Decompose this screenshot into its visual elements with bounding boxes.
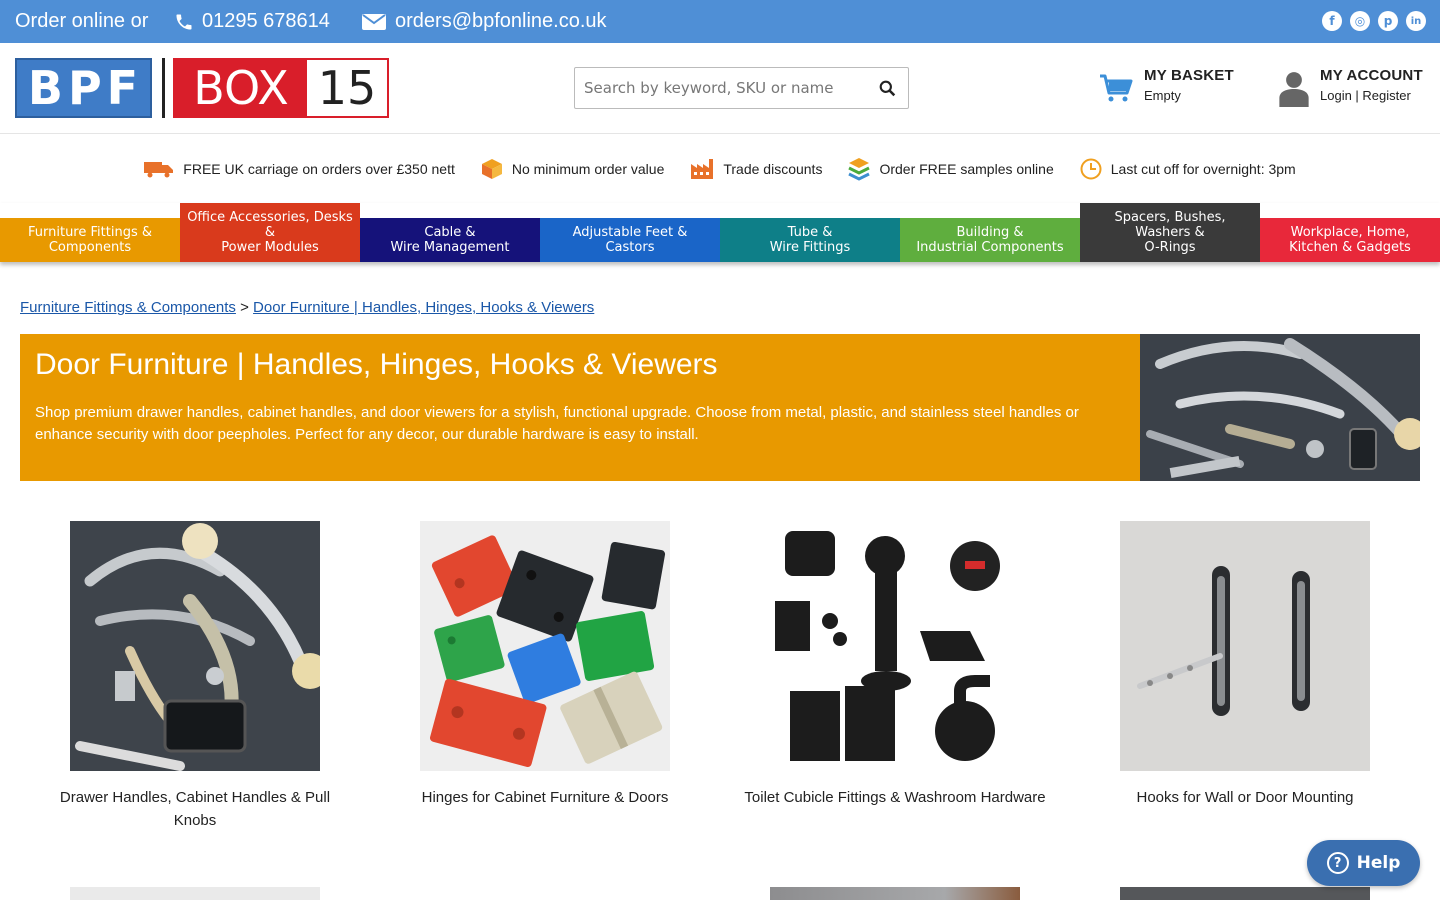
category-description: Shop premium drawer handles, cabinet han… (35, 404, 1079, 443)
product-card[interactable]: Hinges for Cabinet Furniture & Doors (390, 521, 700, 809)
cart-icon (1100, 74, 1133, 102)
product-image-peek (70, 887, 320, 900)
breadcrumb-parent-link[interactable]: Furniture Fittings & Components (20, 299, 236, 316)
product-card[interactable]: Toilet Cubicle Fittings & Washroom Hardw… (740, 521, 1050, 809)
usp-bar: FREE UK carriage on orders over £350 net… (0, 134, 1440, 203)
product-name[interactable]: Hinges for Cabinet Furniture & Doors (390, 786, 700, 809)
nav-item-label: Office Accessories, Desks & Power Module… (180, 203, 360, 262)
product-name[interactable]: Drawer Handles, Cabinet Handles & Pull K… (40, 786, 350, 832)
package-icon (481, 158, 503, 180)
product-card[interactable]: Hooks for Wall or Door Mounting (1090, 521, 1400, 809)
clock-icon (1080, 158, 1102, 180)
category-nav: Furniture Fittings & Components Office Ac… (0, 203, 1440, 262)
nav-item-7[interactable]: Spacers, Bushes, Washers & O-Rings (1080, 203, 1260, 262)
basket-title: MY BASKET (1144, 67, 1234, 84)
product-image-drawer-handles[interactable] (70, 521, 320, 771)
product-image-toilet-cubicle[interactable] (770, 521, 1020, 771)
linkedin-icon[interactable]: in (1406, 11, 1426, 31)
nav-item-label: Building & Industrial Components (900, 218, 1080, 262)
nav-item-2[interactable]: Office Accessories, Desks & Power Module… (180, 203, 360, 262)
phone-number: 01295 678614 (202, 10, 330, 32)
account-title: MY ACCOUNT (1320, 67, 1423, 84)
envelope-icon (362, 13, 386, 30)
email-link[interactable]: orders@bpfonline.co.uk (361, 10, 607, 33)
breadcrumb: Furniture Fittings & Components > Door F… (20, 299, 594, 316)
usp-free-carriage: FREE UK carriage on orders over £350 net… (144, 160, 455, 178)
nav-item-4[interactable]: Adjustable Feet & Castors (540, 203, 720, 262)
usp-cutoff: Last cut off for overnight: 3pm (1080, 158, 1296, 180)
basket-status: Empty (1144, 88, 1181, 103)
product-image-hooks[interactable] (1120, 521, 1370, 771)
email-address: orders@bpfonline.co.uk (395, 10, 607, 32)
product-name[interactable]: Toilet Cubicle Fittings & Washroom Hardw… (740, 786, 1050, 809)
nav-item-label: Furniture Fittings & Components (0, 218, 180, 262)
nav-item-3[interactable]: Cable & Wire Management (360, 203, 540, 262)
login-register-link[interactable]: Login | Register (1320, 88, 1423, 103)
social-links: f ◎ p in (1322, 11, 1426, 31)
nav-item-8[interactable]: Workplace, Home, Kitchen & Gadgets (1260, 203, 1440, 262)
usp-trade-discounts: Trade discounts (690, 158, 822, 180)
product-image-hinges[interactable] (420, 521, 670, 771)
nav-item-6[interactable]: Building & Industrial Components (900, 203, 1080, 262)
account-link[interactable]: MY ACCOUNT Login | Register (1279, 67, 1423, 107)
question-icon: ? (1326, 852, 1349, 874)
nav-item-label: Cable & Wire Management (360, 218, 540, 262)
phone-link[interactable]: 01295 678614 (174, 10, 330, 33)
page-title: Door Furniture | Handles, Hinges, Hooks … (35, 348, 718, 381)
facebook-icon[interactable]: f (1322, 11, 1342, 31)
order-online-text: Order online or (15, 10, 149, 32)
search-input[interactable] (575, 68, 866, 108)
site-header: B P F BOX 15 MY BASKET Empty MY ACCOUNT … (0, 43, 1440, 134)
bpf-logo[interactable]: B P F (15, 58, 152, 118)
usp-no-minimum: No minimum order value (481, 158, 664, 180)
nav-item-label: Workplace, Home, Kitchen & Gadgets (1260, 218, 1440, 262)
search-icon (879, 80, 895, 96)
layers-icon (848, 157, 871, 181)
user-icon (1279, 72, 1309, 107)
top-contact-bar: Order online or 01295 678614 orders@bpfo… (0, 0, 1440, 43)
product-image-peek (1120, 887, 1370, 900)
basket-link[interactable]: MY BASKET Empty (1099, 67, 1234, 105)
product-image-peek (770, 887, 1020, 900)
box15-logo[interactable]: BOX 15 (173, 58, 389, 118)
product-name[interactable]: Hooks for Wall or Door Mounting (1090, 786, 1400, 809)
nav-item-1[interactable]: Furniture Fittings & Components (0, 203, 180, 262)
breadcrumb-current-link[interactable]: Door Furniture | Handles, Hinges, Hooks … (253, 299, 594, 316)
phone-icon (176, 14, 192, 29)
delivery-truck-icon (144, 160, 174, 178)
breadcrumb-separator: > (240, 299, 249, 316)
search-bar (574, 67, 909, 109)
nav-item-5[interactable]: Tube & Wire Fittings (720, 203, 900, 262)
factory-icon (690, 158, 714, 180)
nav-item-label: Adjustable Feet & Castors (540, 218, 720, 262)
nav-item-label: Spacers, Bushes, Washers & O-Rings (1080, 203, 1260, 262)
banner-image (1140, 334, 1420, 481)
category-banner: Door Furniture | Handles, Hinges, Hooks … (20, 334, 1140, 481)
usp-free-samples: Order FREE samples online (848, 157, 1054, 181)
nav-item-label: Tube & Wire Fittings (720, 218, 900, 262)
pinterest-icon[interactable]: p (1378, 11, 1398, 31)
logo-divider (162, 58, 165, 118)
search-button[interactable] (866, 68, 908, 108)
product-card[interactable]: Drawer Handles, Cabinet Handles & Pull K… (40, 521, 350, 832)
instagram-icon[interactable]: ◎ (1350, 11, 1370, 31)
help-label: Help (1356, 853, 1401, 873)
help-button[interactable]: ? Help (1307, 840, 1420, 886)
